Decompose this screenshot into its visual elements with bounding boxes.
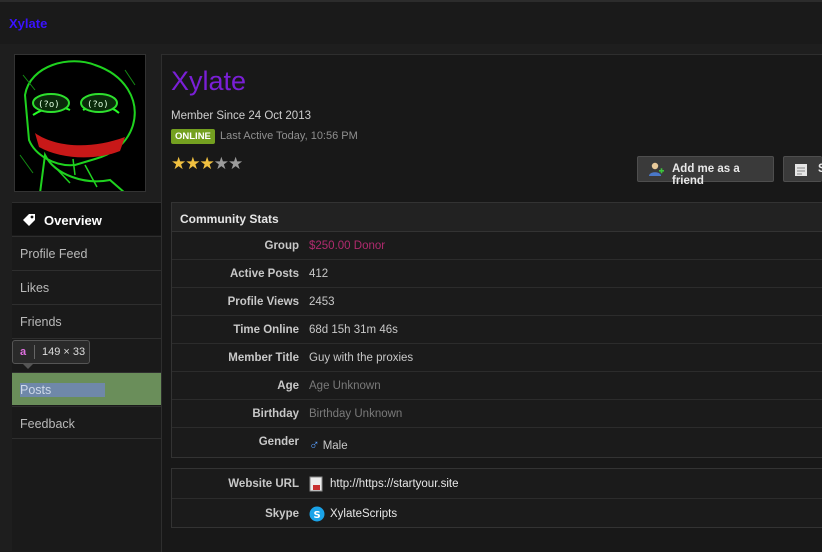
stat-row-member-title: Member Title Guy with the proxies [172, 344, 822, 372]
send-message-button[interactable]: S [783, 156, 822, 182]
stat-label: Gender [258, 436, 299, 448]
skype-handle[interactable]: XylateScripts [330, 508, 397, 520]
svg-text:(?o): (?o) [38, 100, 60, 110]
top-bar: Xylate [0, 0, 822, 44]
stat-row-group: Group $250.00 Donor [172, 232, 822, 260]
add-user-icon [648, 161, 664, 180]
stat-label: Active Posts [229, 268, 299, 280]
stat-label: Profile Views [227, 296, 299, 308]
star-filled-icon: ★ [199, 154, 215, 173]
star-empty-icon: ★ [228, 154, 243, 173]
stat-value: Male [322, 440, 348, 452]
stat-label: Age [277, 380, 299, 392]
status-badge: ONLINE [171, 129, 215, 144]
stat-label: Member Title [228, 352, 299, 364]
add-friend-button[interactable]: Add me as a friend [637, 156, 774, 187]
second-button-label: S [818, 163, 822, 175]
tag-icon [22, 213, 36, 230]
contact-row-website: Website URL http://https://startyour.sit… [172, 469, 822, 499]
stat-value: 412 [309, 268, 329, 280]
member-since: Member Since 24 Oct 2013 [171, 110, 311, 122]
site-title[interactable]: Xylate [9, 16, 47, 31]
stat-value: 2453 [309, 296, 335, 308]
svg-text:(?o): (?o) [87, 100, 109, 110]
nav-item-profile-feed[interactable]: Profile Feed [12, 236, 161, 269]
nav-item-overview[interactable]: Overview [12, 202, 161, 235]
star-filled-icon: ★ [171, 154, 186, 173]
community-stats-panel: Community Stats Group $250.00 Donor Acti… [171, 202, 822, 458]
tooltip-arrow [22, 363, 34, 369]
website-url[interactable]: http://https://startyour.site [330, 478, 458, 490]
stat-value: Age Unknown [309, 380, 381, 392]
stat-label: Birthday [252, 408, 299, 420]
last-active: Last Active Today, 10:56 PM [220, 130, 358, 142]
contact-panel: Website URL http://https://startyour.sit… [171, 468, 822, 528]
stat-value: Birthday Unknown [309, 408, 403, 420]
stat-row-time-online: Time Online 68d 15h 31m 46s [172, 316, 822, 344]
stat-value: $250.00 Donor [309, 240, 386, 252]
avatar: (?o) (?o) [14, 54, 146, 192]
nav-item-posts[interactable]: Posts [12, 372, 161, 405]
contact-row-skype: Skype S XylateScripts [172, 499, 822, 529]
stat-value: Guy with the proxies [309, 352, 414, 364]
stat-value: 68d 15h 31m 46s [309, 324, 398, 336]
stat-row-active-posts: Active Posts 412 [172, 260, 822, 288]
stat-label: Group [264, 240, 300, 252]
nav-item-label: Posts [20, 383, 106, 397]
contact-label: Skype [265, 508, 299, 520]
skype-icon: S [309, 506, 325, 525]
stat-row-age: Age Age Unknown [172, 372, 822, 400]
stat-row-profile-views: Profile Views 2453 [172, 288, 822, 316]
stats-header: Community Stats [172, 203, 822, 232]
pepe-avatar-image: (?o) (?o) [15, 55, 145, 191]
divider [34, 345, 35, 359]
website-icon [309, 476, 323, 495]
nav-item-likes[interactable]: Likes [12, 270, 161, 303]
male-icon: ♂ [309, 436, 320, 452]
contact-label: Website URL [228, 478, 299, 490]
star-empty-icon: ★ [213, 154, 229, 173]
nav-item-label: Overview [44, 213, 102, 228]
nav-item-feedback[interactable]: Feedback [12, 406, 161, 439]
star-filled-icon: ★ [185, 154, 200, 173]
inspector-tooltip: a 149 × 33 [12, 340, 90, 364]
stat-value-wrap: ♂ Male [309, 436, 348, 452]
profile-username: Xylate [171, 66, 247, 96]
nav-item-label: Likes [20, 281, 50, 295]
document-icon [793, 162, 809, 181]
add-friend-label: Add me as a friend [672, 163, 740, 187]
nav-item-label: Friends [20, 315, 62, 329]
nav-item-label: Profile Feed [20, 247, 88, 261]
reputation-stars: ★★★★★ [171, 154, 243, 173]
stat-row-birthday: Birthday Birthday Unknown [172, 400, 822, 428]
svg-text:S: S [314, 510, 321, 521]
stat-label: Time Online [233, 324, 299, 336]
inspector-dimensions: 149 × 33 [42, 346, 86, 358]
stat-row-gender: Gender ♂ Male [172, 428, 822, 456]
nav-item-friends[interactable]: Friends [12, 304, 161, 337]
inspector-tag: a [20, 346, 27, 358]
nav-item-label: Feedback [20, 417, 75, 431]
profile-sidebar-nav: Overview Profile Feed Likes Friends Post… [12, 202, 162, 551]
